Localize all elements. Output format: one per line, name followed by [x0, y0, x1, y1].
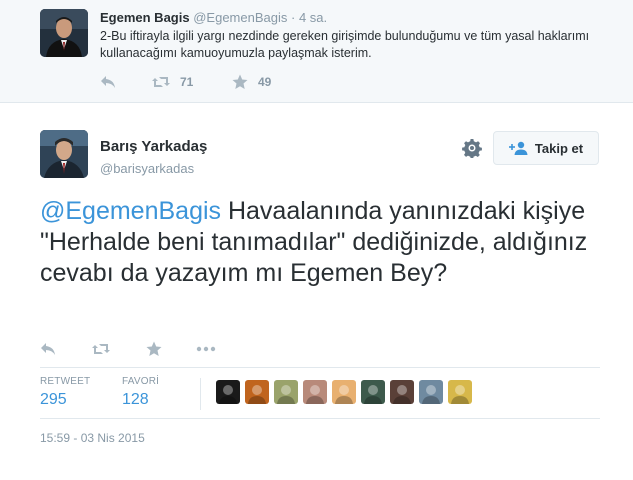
favorite-stat[interactable]: FAVORİ 128 — [122, 376, 159, 409]
divider — [40, 367, 600, 368]
favoriter-avatar[interactable] — [390, 380, 414, 404]
mention-link[interactable]: @EgemenBagis — [40, 197, 221, 225]
favorite-button[interactable] — [146, 340, 162, 358]
favoriters-avatars — [216, 380, 477, 404]
retweet-stat[interactable]: RETWEET 295 — [40, 376, 90, 409]
retweet-stat-count: 295 — [40, 391, 67, 408]
retweet-button[interactable]: 71 — [152, 73, 193, 91]
tweet-time[interactable]: 4 sa. — [299, 10, 327, 25]
parent-tweet-actions: 71 49 — [100, 73, 360, 91]
favoriter-avatar[interactable] — [216, 380, 240, 404]
favoriter-avatar[interactable] — [245, 380, 269, 404]
reply-icon — [101, 76, 115, 88]
avatar[interactable] — [40, 9, 88, 57]
tweet-actions — [40, 340, 260, 358]
retweet-icon — [92, 344, 110, 354]
separator: · — [290, 10, 296, 25]
favoriter-avatar[interactable] — [419, 380, 443, 404]
favorite-stat-count: 128 — [122, 391, 149, 408]
divider — [40, 418, 600, 419]
favoriter-avatar[interactable] — [274, 380, 298, 404]
favorite-count: 49 — [258, 75, 272, 89]
more-button[interactable] — [196, 340, 216, 358]
author-name[interactable]: Barış Yarkadaş — [100, 138, 207, 155]
star-icon — [232, 74, 248, 89]
author-name[interactable]: Egemen Bagis — [100, 10, 190, 25]
parent-tweet-text: 2-Bu iftirayla ilgili yargı nezdinde ger… — [100, 29, 590, 60]
reply-button[interactable] — [100, 73, 116, 91]
star-icon — [146, 341, 162, 356]
favorite-button[interactable]: 49 — [232, 73, 271, 91]
retweet-stat-label: RETWEET — [40, 376, 91, 387]
avatar[interactable] — [40, 130, 88, 178]
favoriter-avatar[interactable] — [303, 380, 327, 404]
parent-tweet[interactable]: Egemen Bagis @EgemenBagis · 4 sa. 2-Bu i… — [0, 0, 633, 103]
retweet-button[interactable] — [92, 340, 110, 358]
author-handle[interactable]: @EgemenBagis — [193, 10, 287, 25]
favoriter-avatar[interactable] — [332, 380, 356, 404]
parent-tweet-header: Egemen Bagis @EgemenBagis · 4 sa. — [100, 10, 327, 25]
author-handle[interactable]: @barisyarkadas — [100, 161, 194, 176]
favorite-stat-label: FAVORİ — [122, 376, 160, 387]
reply-icon — [41, 343, 55, 355]
follow-button[interactable]: Takip et — [493, 131, 599, 165]
tweet-timestamp[interactable]: 15:59 - 03 Nis 2015 — [40, 431, 145, 445]
reply-button[interactable] — [40, 340, 56, 358]
divider — [200, 378, 201, 410]
retweet-icon — [152, 77, 170, 87]
gear-icon[interactable] — [462, 138, 482, 158]
retweet-count: 71 — [180, 75, 194, 89]
more-dots-icon — [196, 346, 216, 352]
favoriter-avatar[interactable] — [448, 380, 472, 404]
add-user-icon — [508, 141, 528, 155]
favoriter-avatar[interactable] — [361, 380, 385, 404]
tweet-text: @EgemenBagis Havaalanında yanınızdaki ki… — [40, 196, 600, 289]
follow-button-label: Takip et — [534, 140, 584, 156]
